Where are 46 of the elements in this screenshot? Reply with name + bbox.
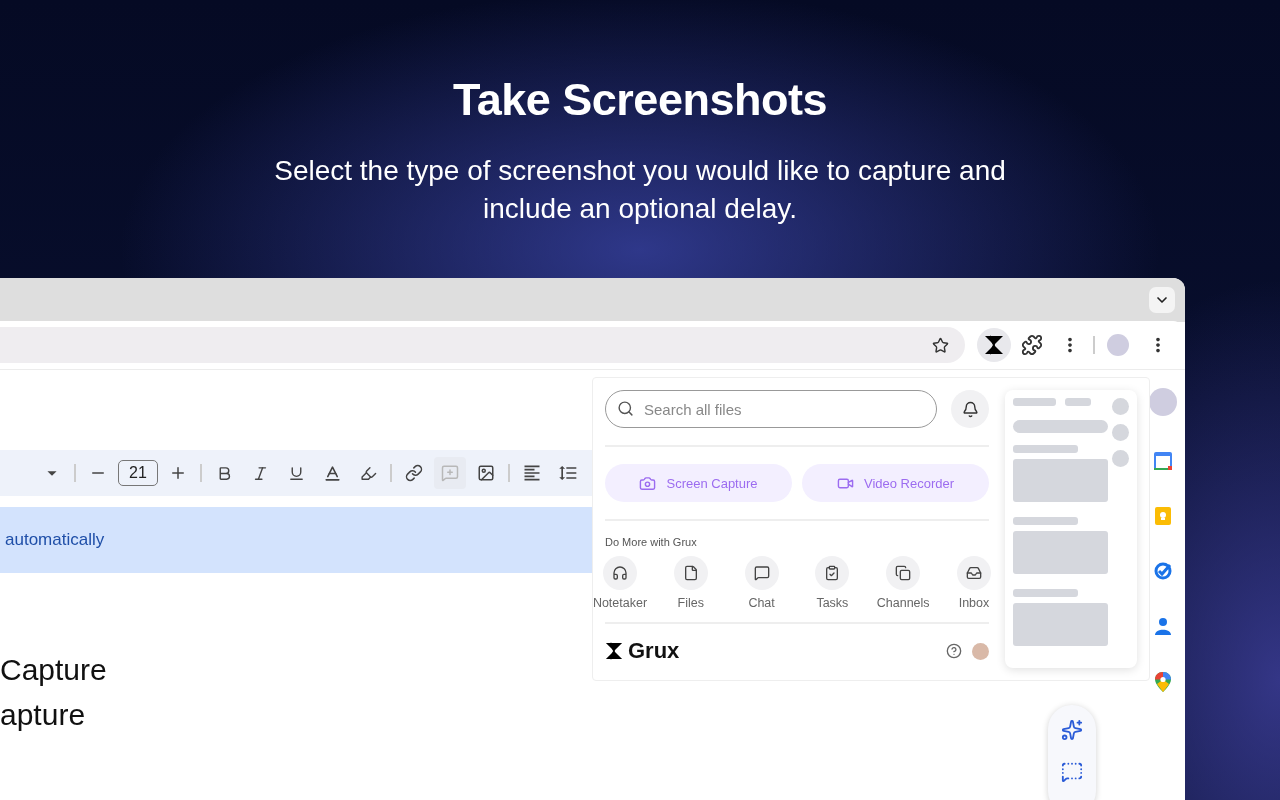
skeleton-dot: [1112, 424, 1129, 441]
person-icon[interactable]: [1152, 616, 1173, 636]
help-icon[interactable]: [946, 643, 962, 659]
app-shortcut[interactable]: Chat: [731, 556, 792, 610]
section-title: Do More with Grux: [605, 536, 698, 548]
document-text: automatically: [5, 530, 105, 550]
logo-icon: [984, 335, 1004, 355]
skeleton-bar: [1013, 398, 1056, 406]
extension-button[interactable]: [977, 328, 1011, 362]
app-shortcut[interactable]: Inbox: [944, 556, 1004, 610]
chat-bubble-icon: [753, 565, 770, 581]
logo-icon: [605, 642, 623, 660]
tab-list-button[interactable]: [1149, 287, 1175, 313]
capture-button[interactable]: Video Recorder: [802, 464, 989, 502]
capture-button[interactable]: Screen Capture: [605, 464, 792, 502]
headphones-icon: [612, 565, 628, 581]
task-check-icon[interactable]: [1152, 561, 1173, 581]
search-icon: [617, 400, 634, 417]
map-pin-icon[interactable]: [1152, 671, 1173, 693]
skeleton-bar: [1065, 398, 1091, 406]
inbox-icon: [966, 565, 982, 581]
stacked-pages-icon: [895, 565, 912, 581]
app-shortcut[interactable]: Tasks: [802, 556, 863, 610]
sparkle-icon[interactable]: [1061, 719, 1083, 741]
feedback-icon[interactable]: [1061, 761, 1083, 783]
skeleton-dot: [1112, 450, 1129, 467]
file-icon: [682, 565, 699, 581]
subheadline: Select the type of screenshot you would like to capture and include an optional delay.: [273, 154, 1007, 226]
document-heading: apture: [0, 697, 86, 733]
app-shortcut[interactable]: Notetaker: [590, 556, 650, 610]
brand-name: Grux: [628, 638, 680, 664]
skeleton-bar: [1013, 589, 1078, 597]
font-size-field[interactable]: 21: [118, 460, 158, 486]
app-shortcut[interactable]: Channels: [873, 556, 934, 610]
clipboard-check-icon: [824, 565, 841, 581]
app-shortcut[interactable]: Files: [660, 556, 721, 610]
skeleton-bar: [1013, 517, 1078, 525]
skeleton-bar: [1013, 445, 1078, 453]
document-heading: Capture: [0, 652, 107, 688]
star-icon[interactable]: [932, 336, 949, 354]
headline: Take Screenshots: [453, 73, 827, 127]
skeleton-dot: [1112, 398, 1129, 415]
calendar-icon[interactable]: [1152, 451, 1173, 471]
camera-icon: [639, 474, 657, 492]
bell-icon[interactable]: [951, 390, 989, 428]
search-field[interactable]: Search all files: [605, 390, 937, 428]
